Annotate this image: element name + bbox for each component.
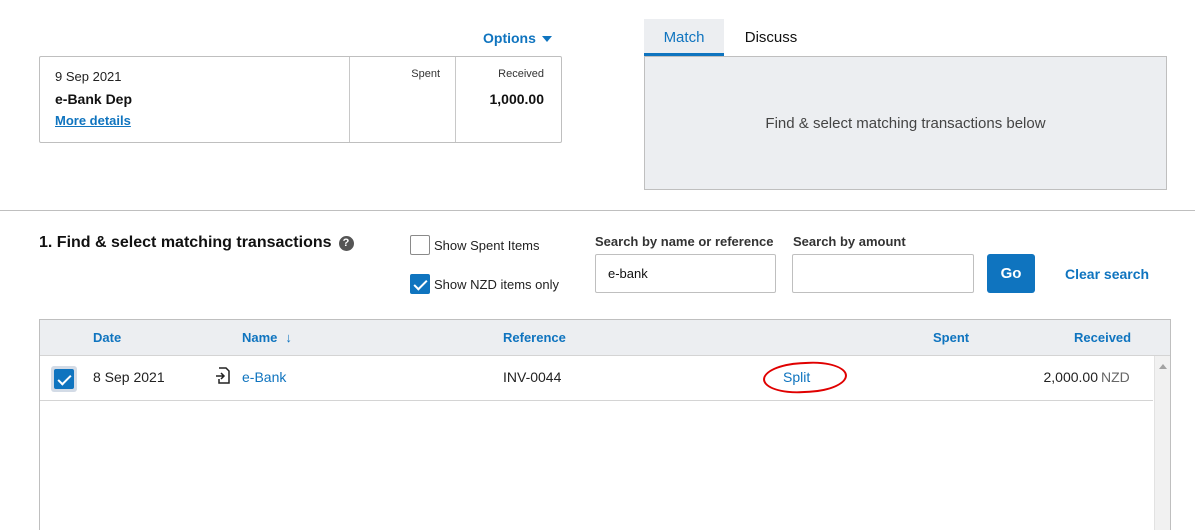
row-name-link[interactable]: e-Bank [242, 369, 286, 385]
more-details-link[interactable]: More details [55, 113, 131, 128]
search-amount-input[interactable] [792, 254, 974, 293]
table-scrollbar[interactable] [1154, 356, 1170, 530]
header-date[interactable]: Date [93, 330, 121, 345]
transactions-table: Date Name ↓ Reference Spent Received 8 S… [39, 319, 1171, 530]
options-dropdown[interactable]: Options [483, 30, 552, 46]
table-row[interactable]: 8 Sep 2021 e-Bank INV-0044 Split 2,000.0… [40, 356, 1153, 401]
header-received[interactable]: Received [1074, 330, 1131, 345]
search-amount-label: Search by amount [793, 234, 906, 249]
tab-discuss[interactable]: Discuss [728, 19, 814, 56]
table-header: Date Name ↓ Reference Spent Received [40, 320, 1170, 356]
row-received: 2,000.00 [1043, 369, 1099, 385]
header-reference[interactable]: Reference [503, 330, 566, 345]
sort-arrow-icon: ↓ [285, 330, 292, 345]
help-icon[interactable]: ? [338, 235, 354, 251]
caret-down-icon [541, 35, 552, 42]
statement-received-value: 1,000.00 [489, 91, 545, 107]
header-name[interactable]: Name ↓ [242, 330, 292, 345]
scroll-up-arrow-icon[interactable] [1159, 364, 1167, 369]
document-arrow-icon [215, 367, 231, 390]
statement-received-header: Received [498, 68, 544, 80]
search-name-input[interactable] [595, 254, 776, 293]
go-button[interactable]: Go [987, 254, 1035, 293]
row-date: 8 Sep 2021 [93, 369, 165, 385]
show-spent-items-label: Show Spent Items [434, 238, 540, 253]
clear-search-link[interactable]: Clear search [1065, 266, 1149, 282]
match-panel: Find & select matching transactions belo… [644, 56, 1167, 190]
show-nzd-items-checkbox[interactable] [410, 274, 430, 294]
section-title: 1. Find & select matching transactions [39, 234, 332, 251]
match-panel-text: Find & select matching transactions belo… [765, 115, 1046, 132]
show-nzd-items-label: Show NZD items only [434, 277, 559, 292]
statement-date: 9 Sep 2021 [55, 69, 122, 84]
search-name-label: Search by name or reference [595, 234, 774, 249]
row-currency: NZD [1101, 369, 1130, 385]
statement-spent-header: Spent [411, 68, 440, 80]
annotation-circle [762, 359, 848, 396]
options-label: Options [483, 30, 536, 46]
statement-name: e-Bank Dep [55, 91, 133, 107]
row-reference: INV-0044 [503, 369, 562, 385]
header-spent[interactable]: Spent [933, 330, 969, 345]
header-name-label: Name [242, 330, 278, 345]
row-checkbox[interactable] [54, 369, 74, 389]
section-divider [0, 210, 1195, 211]
tab-match[interactable]: Match [644, 19, 724, 56]
show-spent-items-checkbox[interactable] [410, 235, 430, 255]
row-checkbox-wrapper [51, 366, 77, 392]
section-heading: 1. Find & select matching transactions ? [39, 234, 354, 252]
statement-line-card: 9 Sep 2021 e-Bank Dep More details Spent… [39, 56, 562, 143]
